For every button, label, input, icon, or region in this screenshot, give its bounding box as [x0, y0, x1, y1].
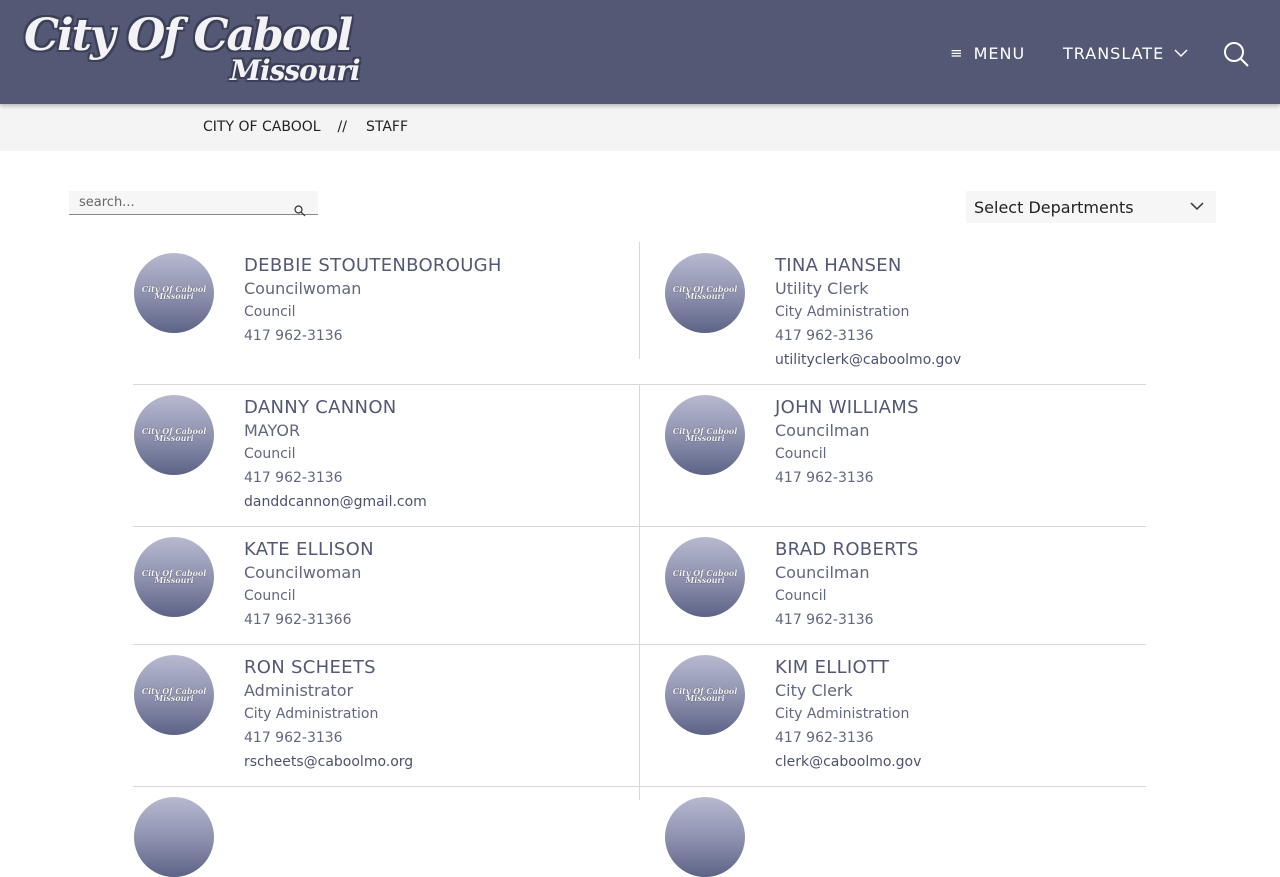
staff-title: Councilwoman: [244, 279, 362, 298]
staff-title: Utility Clerk: [775, 279, 869, 298]
staff-department: City Administration: [775, 304, 910, 320]
chevron-down-icon: [1190, 202, 1204, 211]
staff-department: City Administration: [244, 706, 379, 722]
staff-title: Councilman: [775, 563, 870, 582]
staff-photo: City Of Cabool Missouri: [134, 655, 214, 735]
staff-photo: City Of Cabool Missouri: [665, 253, 745, 333]
staff-name: DEBBIE STOUTENBOROUGH: [244, 255, 502, 276]
breadcrumb-home-link[interactable]: CITY OF CABOOL: [203, 119, 321, 135]
staff-title: Councilman: [775, 421, 870, 440]
staff-photo: City Of Cabool Missouri: [665, 537, 745, 617]
staff-phone: 417 962-3136: [244, 470, 343, 486]
staff-title: City Clerk: [775, 681, 853, 700]
breadcrumb-bar: [0, 104, 1280, 151]
row-divider: [133, 644, 1146, 645]
staff-name: TINA HANSEN: [775, 255, 902, 276]
staff-name: RON SCHEETS: [244, 657, 376, 678]
translate-label: TRANSLATE: [1063, 43, 1165, 63]
logo-subtitle: Missouri: [230, 54, 361, 87]
staff-name: BRAD ROBERTS: [775, 539, 919, 560]
staff-phone: 417 962-3136: [244, 328, 343, 344]
staff-phone: 417 962-3136: [775, 470, 874, 486]
menu-label: MENU: [973, 43, 1026, 63]
staff-email-link[interactable]: danddcannon@gmail.com: [244, 490, 427, 514]
search-icon[interactable]: [294, 205, 306, 217]
staff-department: City Administration: [775, 706, 910, 722]
staff-phone: 417 962-3136: [244, 730, 343, 746]
departments-select[interactable]: Select Departments: [966, 191, 1216, 223]
staff-name: KATE ELLISON: [244, 539, 374, 560]
staff-phone: 417 962-31366: [244, 612, 352, 628]
column-divider: [639, 787, 640, 800]
site-logo[interactable]: City Of Cabool Missouri: [24, 10, 361, 94]
row-divider: [133, 526, 1146, 527]
staff-email-link[interactable]: clerk@caboolmo.gov: [775, 750, 921, 774]
breadcrumb-separator: //: [337, 119, 347, 135]
staff-photo: City Of Cabool Missouri: [134, 537, 214, 617]
staff-department: Council: [244, 588, 296, 604]
staff-photo: City Of Cabool Missouri: [134, 395, 214, 475]
column-divider: [639, 242, 640, 359]
translate-button[interactable]: TRANSLATE: [1063, 42, 1188, 64]
staff-name: DANNY CANNON: [244, 397, 397, 418]
row-divider: [133, 786, 1146, 787]
column-divider: [639, 645, 640, 786]
staff-department: Council: [775, 588, 827, 604]
site-header: City Of Cabool Missouri ≡ MENU TRANSLATE: [0, 0, 1280, 104]
column-divider: [639, 527, 640, 644]
search-icon[interactable]: [1222, 40, 1250, 68]
breadcrumb-current: STAFF: [365, 119, 409, 135]
menu-button[interactable]: ≡ MENU: [950, 42, 1025, 64]
breadcrumb: CITY OF CABOOL // STAFF: [203, 119, 408, 135]
staff-name: JOHN WILLIAMS: [775, 397, 919, 418]
staff-photo: [134, 797, 214, 877]
hamburger-icon: ≡: [950, 44, 964, 62]
staff-title: MAYOR: [244, 421, 301, 440]
staff-phone: 417 962-3136: [775, 730, 874, 746]
column-divider: [639, 385, 640, 526]
row-divider: [133, 384, 1146, 385]
staff-title: Administrator: [244, 681, 354, 700]
staff-photo: City Of Cabool Missouri: [665, 655, 745, 735]
staff-email-link[interactable]: rscheets@caboolmo.org: [244, 750, 413, 774]
staff-photo: City Of Cabool Missouri: [134, 253, 214, 333]
staff-name: KIM ELLIOTT: [775, 657, 890, 678]
staff-email-link[interactable]: utilityclerk@caboolmo.gov: [775, 348, 961, 372]
staff-title: Councilwoman: [244, 563, 362, 582]
staff-phone: 417 962-3136: [775, 612, 874, 628]
staff-department: Council: [775, 446, 827, 462]
chevron-down-icon: [1174, 48, 1188, 57]
staff-photo: [665, 797, 745, 877]
staff-photo: City Of Cabool Missouri: [665, 395, 745, 475]
departments-select-value: Select Departments: [974, 197, 1134, 217]
staff-phone: 417 962-3136: [775, 328, 874, 344]
staff-department: Council: [244, 446, 296, 462]
staff-department: Council: [244, 304, 296, 320]
staff-search: [69, 191, 318, 217]
search-input[interactable]: [77, 194, 281, 211]
